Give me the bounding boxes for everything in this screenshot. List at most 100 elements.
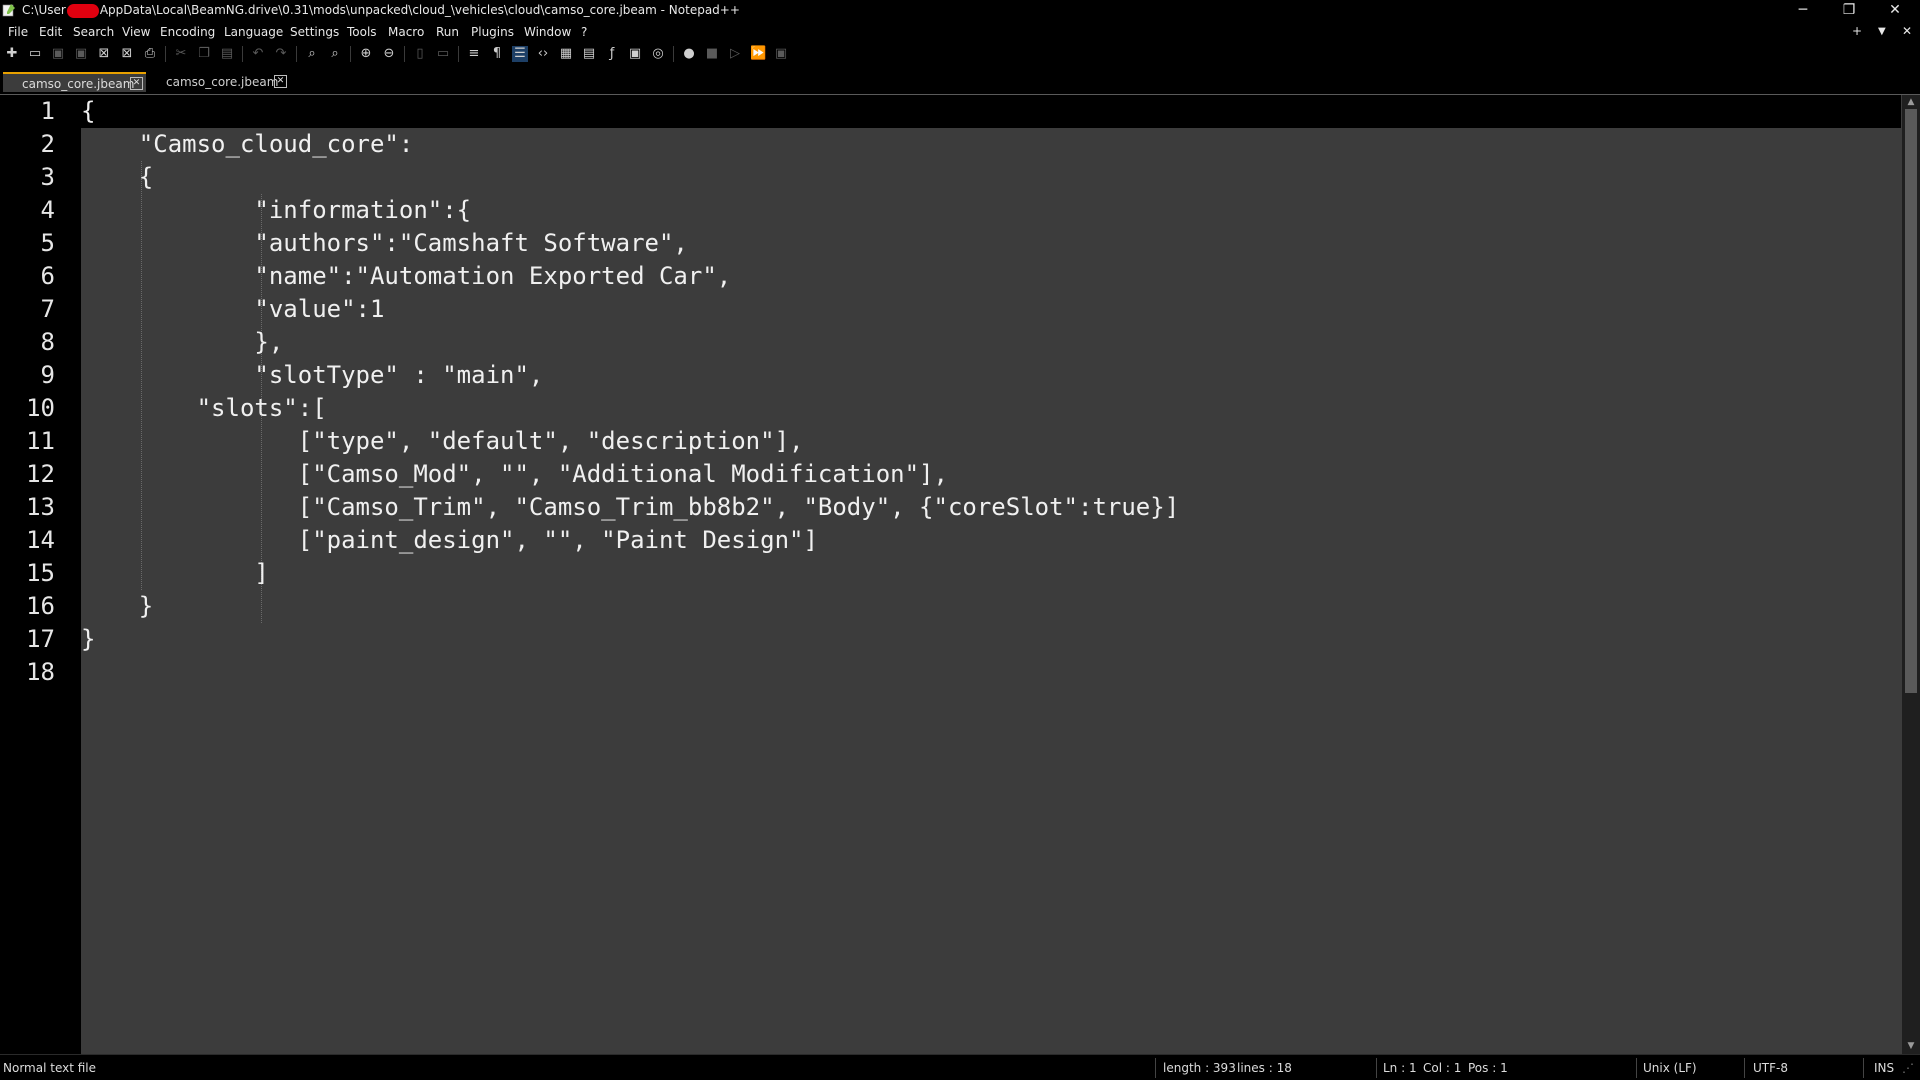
line-number-gutter: 1 2 3 4 5 6 7 8 9 10 11 12 13 14 15 16 1… bbox=[0, 95, 81, 1054]
find-icon[interactable]: ⌕ bbox=[304, 46, 320, 62]
tab-camso-core-active[interactable]: camso_core.jbeam ✕ bbox=[3, 72, 146, 92]
record-macro-icon[interactable]: ● bbox=[681, 46, 697, 62]
toolbar-separator bbox=[242, 46, 243, 62]
scrollbar-thumb[interactable] bbox=[1905, 109, 1917, 693]
toolbar-separator bbox=[296, 46, 297, 62]
line-number: 12 bbox=[26, 460, 55, 488]
copy-icon[interactable]: ❐ bbox=[196, 46, 212, 62]
code-line-5: "authors":"Camshaft Software", bbox=[81, 229, 688, 257]
status-insert-mode: INS bbox=[1874, 1061, 1895, 1075]
code-line-12: ["Camso_Mod", "", "Additional Modificati… bbox=[81, 460, 948, 488]
sync-horizontal-icon[interactable]: ▭ bbox=[435, 46, 451, 62]
code-line-6: "name":"Automation Exported Car", bbox=[81, 262, 732, 290]
undo-icon[interactable]: ↶ bbox=[250, 46, 266, 62]
menu-file[interactable]: File bbox=[8, 25, 28, 39]
new-file-icon[interactable]: ✚ bbox=[4, 46, 20, 62]
menu-help[interactable]: ? bbox=[581, 25, 587, 39]
code-line-10: "slots":[ bbox=[81, 394, 327, 422]
replace-icon[interactable]: ⌕ bbox=[327, 46, 343, 62]
play-macro-icon[interactable]: ▷ bbox=[727, 46, 743, 62]
folder-workspace-icon[interactable]: ▣ bbox=[627, 46, 643, 62]
menu-settings[interactable]: Settings bbox=[290, 25, 339, 39]
close-file-icon[interactable]: ⊠ bbox=[96, 46, 112, 62]
title-prefix: C:\User bbox=[22, 3, 66, 17]
line-number: 1 bbox=[40, 97, 55, 125]
line-number: 13 bbox=[26, 493, 55, 521]
tab-close-icon[interactable]: ✕ bbox=[130, 77, 143, 90]
menu-window[interactable]: Window bbox=[524, 25, 571, 39]
code-line-3: { bbox=[81, 163, 154, 191]
open-file-icon[interactable]: ▭ bbox=[27, 46, 43, 62]
print-icon[interactable]: ⎙ bbox=[142, 46, 158, 62]
line-number: 10 bbox=[26, 394, 55, 422]
minimize-button[interactable]: ─ bbox=[1780, 0, 1826, 22]
redo-icon[interactable]: ↷ bbox=[273, 46, 289, 62]
tab-label: camso_core.jbeam bbox=[22, 77, 135, 91]
tab-list-dropdown-icon[interactable]: ▼ bbox=[1878, 26, 1886, 37]
code-view[interactable]: { "Camso_cloud_core": { "information":{ … bbox=[81, 95, 1901, 1054]
menu-view[interactable]: View bbox=[122, 25, 150, 39]
stop-macro-icon[interactable]: ■ bbox=[704, 46, 720, 62]
code-line-13: ["Camso_Trim", "Camso_Trim_bb8b2", "Body… bbox=[81, 493, 1180, 521]
line-number: 6 bbox=[40, 262, 55, 290]
status-eol: Unix (LF) bbox=[1643, 1061, 1697, 1075]
menu-encoding[interactable]: Encoding bbox=[160, 25, 215, 39]
menu-run[interactable]: Run bbox=[436, 25, 459, 39]
document-map-icon[interactable]: ▦ bbox=[558, 46, 574, 62]
line-number: 17 bbox=[26, 625, 55, 653]
scroll-down-icon[interactable]: ▼ bbox=[1905, 1040, 1917, 1052]
toolbar-separator bbox=[458, 46, 459, 62]
function-list-icon[interactable]: ƒ bbox=[604, 46, 620, 62]
indent-guide-icon[interactable]: ☰ bbox=[512, 46, 528, 62]
tab-close-icon[interactable]: ✕ bbox=[274, 75, 287, 88]
window-title: C:\User AppData\Local\BeamNG.drive\0.31\m… bbox=[22, 3, 740, 18]
status-separator bbox=[1376, 1058, 1377, 1078]
menu-bar: File Edit Search View Encoding Language … bbox=[0, 22, 1920, 42]
resize-grip-icon[interactable]: ⋰ bbox=[1902, 1061, 1914, 1075]
scroll-up-icon[interactable]: ▲ bbox=[1905, 96, 1917, 108]
status-separator bbox=[1744, 1058, 1745, 1078]
menu-edit[interactable]: Edit bbox=[39, 25, 62, 39]
paste-icon[interactable]: ▤ bbox=[219, 46, 235, 62]
close-document-icon[interactable]: ✕ bbox=[1902, 24, 1912, 38]
close-window-button[interactable]: ✕ bbox=[1872, 0, 1918, 22]
menu-tools[interactable]: Tools bbox=[347, 25, 377, 39]
save-all-icon[interactable]: ▣ bbox=[73, 46, 89, 62]
code-line-17: } bbox=[81, 625, 96, 653]
sync-vertical-icon[interactable]: ▯ bbox=[412, 46, 428, 62]
menu-language[interactable]: Language bbox=[224, 25, 283, 39]
code-line-16: } bbox=[81, 592, 154, 620]
cut-icon[interactable]: ✂ bbox=[173, 46, 189, 62]
vertical-scrollbar[interactable]: ▲ ▼ bbox=[1902, 95, 1920, 1054]
zoom-in-icon[interactable]: ⊕ bbox=[358, 46, 374, 62]
status-separator bbox=[1155, 1058, 1156, 1078]
line-number: 11 bbox=[26, 427, 55, 455]
menu-search[interactable]: Search bbox=[73, 25, 114, 39]
show-all-characters-icon[interactable]: ¶ bbox=[489, 46, 505, 62]
code-line-4: "information":{ bbox=[81, 196, 472, 224]
word-wrap-icon[interactable]: ≡ bbox=[466, 46, 482, 62]
restore-button[interactable]: ❐ bbox=[1826, 0, 1872, 22]
code-line-11: ["type", "default", "description"], bbox=[81, 427, 804, 455]
xml-tag-icon[interactable]: ‹› bbox=[535, 46, 551, 62]
toolbar-separator bbox=[350, 46, 351, 62]
save-macro-icon[interactable]: ▣ bbox=[773, 46, 789, 62]
code-line-7: "value":1 bbox=[81, 295, 385, 323]
monitoring-icon[interactable]: ◎ bbox=[650, 46, 666, 62]
tab-bar: camso_core.jbeam ✕ camso_core.jbeam ✕ bbox=[0, 66, 1920, 95]
menu-macro[interactable]: Macro bbox=[388, 25, 424, 39]
line-number: 5 bbox=[40, 229, 55, 257]
document-list-icon[interactable]: ▤ bbox=[581, 46, 597, 62]
code-line-1: { bbox=[81, 97, 96, 125]
status-pos: Pos : 1 bbox=[1468, 1061, 1508, 1075]
line-number: 9 bbox=[40, 361, 55, 389]
add-tab-icon[interactable]: + bbox=[1852, 24, 1862, 38]
run-macro-multiple-icon[interactable]: ⏩ bbox=[750, 46, 766, 62]
tab-camso-core[interactable]: camso_core.jbeam ✕ bbox=[148, 72, 291, 92]
editor-area[interactable]: 1 2 3 4 5 6 7 8 9 10 11 12 13 14 15 16 1… bbox=[0, 95, 1920, 1054]
toolbar-separator bbox=[165, 46, 166, 62]
menu-plugins[interactable]: Plugins bbox=[471, 25, 514, 39]
save-icon[interactable]: ▣ bbox=[50, 46, 66, 62]
close-all-icon[interactable]: ⊠ bbox=[119, 46, 135, 62]
zoom-out-icon[interactable]: ⊖ bbox=[381, 46, 397, 62]
